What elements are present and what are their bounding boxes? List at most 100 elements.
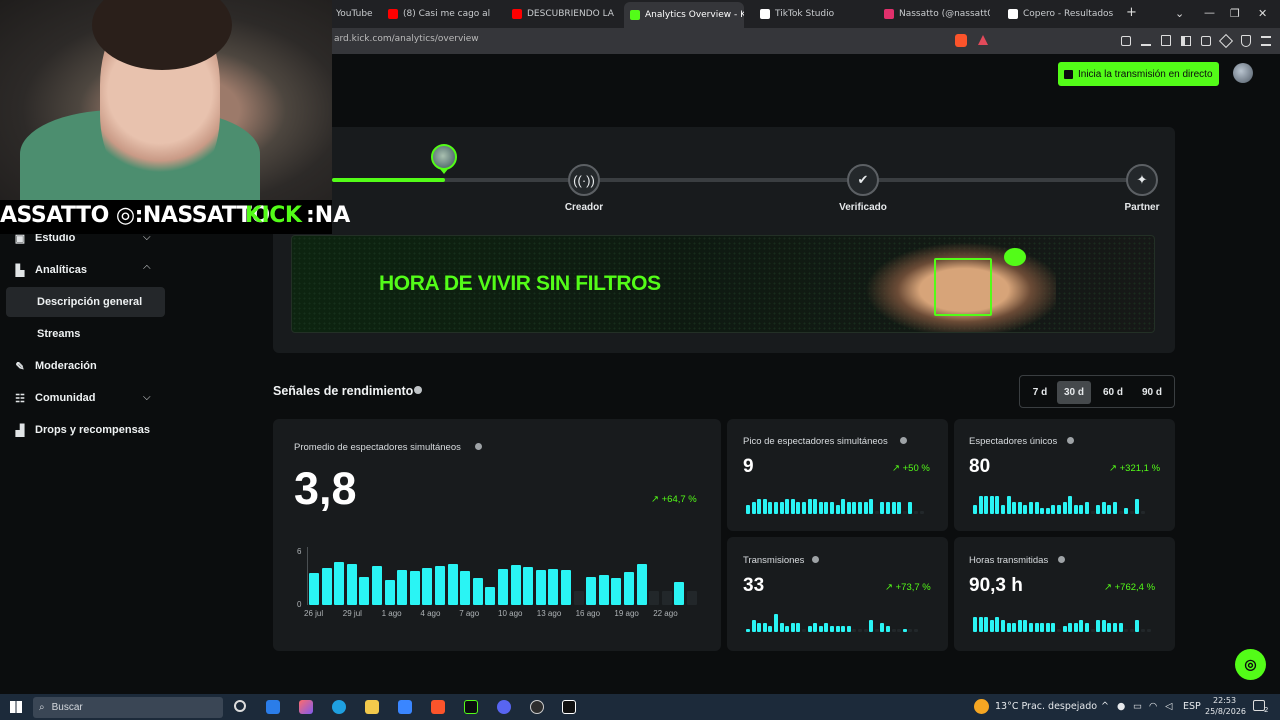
broadcast-icon[interactable]: ((·)) [568,164,600,196]
tab-youtube-video[interactable]: (8) Casi me cago al final - [382,4,490,24]
tab-analytics-overview[interactable]: Analytics Overview - K × [624,2,744,28]
display-icon[interactable]: ▭ [1133,701,1142,712]
taskbar-search[interactable]: ⌕ Buscar [33,697,223,718]
chart-bar[interactable] [611,578,622,605]
microphone-icon[interactable]: ● [1117,701,1125,712]
sidebar-item-community[interactable]: ☷ Comunidad [14,388,95,408]
tray-overflow-icon[interactable]: ^ [1101,701,1109,712]
chart-bar[interactable] [598,574,609,605]
partner-icon[interactable]: ✦ [1126,164,1158,196]
range-60d-button[interactable]: 60 d [1095,381,1131,404]
menu-icon[interactable] [1261,36,1271,46]
chart-bar[interactable] [359,576,370,605]
chart-bar[interactable] [334,562,345,605]
chart-bar[interactable] [435,566,445,605]
chevron-up-icon[interactable]: ⌵ [143,262,151,273]
range-7d-button[interactable]: 7 d [1025,381,1055,404]
leo-ai-icon[interactable] [1218,33,1234,49]
weather-icon[interactable] [974,699,989,714]
chart-bar[interactable] [561,569,571,605]
chart-bar[interactable] [321,567,332,605]
edge-icon[interactable] [332,700,346,714]
chart-bar[interactable] [573,591,584,605]
vpn-shield-icon[interactable] [1241,35,1251,47]
sidebar-toggle-icon[interactable] [1181,36,1191,46]
info-icon[interactable] [812,556,819,563]
promo-banner[interactable]: HORA DE VIVIR SIN FILTROS [291,235,1155,333]
range-30d-button[interactable]: 30 d [1057,381,1091,404]
info-icon[interactable] [1067,437,1074,444]
discord-icon[interactable] [497,700,511,714]
windows-start-icon[interactable] [10,701,22,713]
range-90d-button[interactable]: 90 d [1134,381,1170,404]
tab-instagram[interactable]: Nassatto (@nassatt0) • Fo [878,4,990,24]
wallet-icon[interactable] [1201,36,1211,46]
info-icon[interactable] [1058,556,1065,563]
kick-app-icon[interactable] [464,700,478,714]
volume-icon[interactable]: ◁ [1165,701,1172,712]
obs-icon[interactable] [530,700,544,714]
verified-icon[interactable]: ✔ [847,164,879,196]
store-icon[interactable] [398,700,412,714]
language-indicator[interactable]: ESP [1183,701,1201,712]
avatar[interactable] [1233,63,1253,83]
help-chat-button[interactable]: ◎ [1235,649,1266,680]
chart-bar[interactable] [510,565,521,605]
minimize-button[interactable]: — [1204,6,1215,19]
tab-tiktok-studio[interactable]: TikTok Studio [754,4,864,24]
network-icon[interactable]: ◠ [1149,701,1157,712]
info-icon[interactable] [900,437,907,444]
weather-text[interactable]: 13°C Prac. despejado [995,701,1097,712]
tab-search-button[interactable]: ⌄ [1175,7,1184,20]
chart-bar[interactable] [447,564,458,605]
task-view-icon[interactable] [234,700,246,712]
extensions-icon[interactable] [1121,36,1131,46]
sidebar-item-analytics[interactable]: ▙ Analíticas [14,260,87,280]
chart-bar[interactable] [460,571,471,605]
go-live-button[interactable]: Inicia la transmisión en directo [1058,62,1219,86]
chart-bar[interactable] [346,564,357,605]
chart-bar[interactable] [485,587,496,605]
tab-copero[interactable]: Copero - Resultados, esta [1002,4,1114,24]
chart-bar[interactable] [372,566,382,605]
chevron-down-icon[interactable]: ⌵ [143,392,151,403]
copilot-icon[interactable] [299,700,313,714]
chart-bar[interactable] [661,591,672,605]
chart-bar[interactable] [674,581,685,605]
chart-bar[interactable] [422,567,433,605]
tab-descubriendo[interactable]: DESCUBRIENDO LA NATU [506,4,616,24]
brave-icon[interactable] [431,700,445,714]
mail-icon[interactable] [266,700,280,714]
maximize-button[interactable]: ❐ [1230,7,1240,20]
close-window-button[interactable]: ✕ [1258,7,1267,20]
downloads-icon[interactable] [1141,35,1151,46]
sidebar-subitem-overview[interactable]: Descripción general [37,296,142,308]
chart-bar[interactable] [636,564,647,605]
url-field[interactable]: ard.kick.com/analytics/overview [334,34,479,44]
sidebar-item-moderation[interactable]: ✎ Moderación [14,356,96,376]
info-icon[interactable] [475,443,482,450]
sidebar-item-drops[interactable]: ▟ Drops y recompensas [14,420,150,440]
file-explorer-icon[interactable] [365,700,379,714]
capcut-icon[interactable] [562,700,576,714]
chart-bar[interactable] [309,573,319,605]
bookmarks-icon[interactable] [1161,35,1171,46]
chart-bar[interactable] [586,576,597,605]
chart-bar[interactable] [498,568,508,605]
clock-date[interactable]: 25/8/2026 [1205,707,1246,716]
chart-bar[interactable] [384,580,395,605]
brave-rewards-icon[interactable] [978,35,988,45]
info-icon[interactable] [414,386,422,394]
chart-bar[interactable] [397,569,408,605]
chart-bar[interactable] [624,572,634,605]
chart-bar[interactable] [523,566,534,605]
clock-time[interactable]: 22:53 [1213,696,1236,705]
chart-bar[interactable] [409,571,420,605]
chart-bar[interactable] [649,591,660,605]
brave-shield-icon[interactable] [955,34,967,47]
tab-youtube[interactable]: YouTube [330,4,376,24]
chart-bar[interactable] [687,591,697,605]
chart-bar[interactable] [472,578,483,605]
chart-bar[interactable] [548,568,559,605]
new-tab-button[interactable]: + [1126,5,1137,20]
